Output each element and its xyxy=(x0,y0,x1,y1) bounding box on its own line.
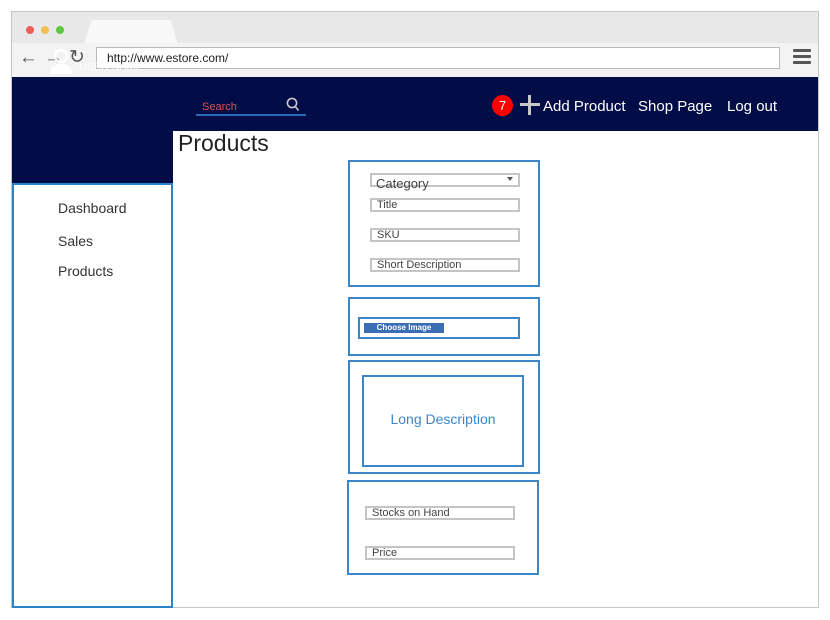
long-description-label: Long Description xyxy=(390,411,496,427)
chevron-down-icon xyxy=(507,177,513,181)
choose-image-button[interactable]: Choose Image xyxy=(364,323,444,333)
sku-field[interactable]: SKU xyxy=(370,228,520,242)
sidebar: Dashboard Sales Products xyxy=(12,183,173,608)
sidebar-item-products[interactable]: Products xyxy=(58,263,113,279)
notification-badge[interactable]: 7 xyxy=(492,95,513,116)
browser-tab-strip xyxy=(12,12,818,44)
user-avatar-icon xyxy=(50,49,72,74)
back-arrow-icon[interactable]: ← xyxy=(19,48,38,68)
image-panel: Choose Image xyxy=(348,297,540,356)
search-placeholder: Search xyxy=(202,101,237,113)
category-select[interactable]: Category xyxy=(370,173,520,191)
image-upload-field[interactable]: Choose Image xyxy=(358,317,520,339)
stocks-on-hand-field[interactable]: Stocks on Hand xyxy=(365,506,515,520)
long-description-field[interactable]: Long Description xyxy=(362,375,524,467)
sidebar-item-dashboard[interactable]: Dashboard xyxy=(58,200,127,216)
user-name-label: USER NAME xyxy=(79,61,143,73)
browser-tab[interactable] xyxy=(84,20,178,44)
search-icon[interactable] xyxy=(286,97,300,113)
basic-info-panel: Category Title SKU Short Description xyxy=(348,160,540,287)
shop-page-link[interactable]: Shop Page xyxy=(638,98,712,115)
add-product-link[interactable]: Add Product xyxy=(543,98,626,115)
title-field[interactable]: Title xyxy=(370,198,520,212)
close-window-dot[interactable] xyxy=(26,26,34,34)
user-panel xyxy=(12,131,173,183)
browser-window: ← → ↻ http://www.estore.com/ Search 7 Ad… xyxy=(11,11,819,608)
address-bar[interactable]: http://www.estore.com/ xyxy=(96,47,780,69)
browser-menu-icon[interactable] xyxy=(793,49,811,67)
top-navbar: Search 7 Add Product Shop Page Log out xyxy=(12,77,818,131)
short-description-field[interactable]: Short Description xyxy=(370,258,520,272)
maximize-window-dot[interactable] xyxy=(56,26,64,34)
logout-link[interactable]: Log out xyxy=(727,98,777,115)
inventory-panel: Stocks on Hand Price xyxy=(347,480,539,575)
page-title: Products xyxy=(178,130,269,156)
search-input[interactable]: Search xyxy=(196,94,306,116)
category-select-value: Category xyxy=(376,176,429,191)
long-description-panel: Long Description xyxy=(348,360,540,474)
price-field[interactable]: Price xyxy=(365,546,515,560)
plus-icon[interactable] xyxy=(519,94,541,116)
sidebar-item-sales[interactable]: Sales xyxy=(58,233,93,249)
minimize-window-dot[interactable] xyxy=(41,26,49,34)
